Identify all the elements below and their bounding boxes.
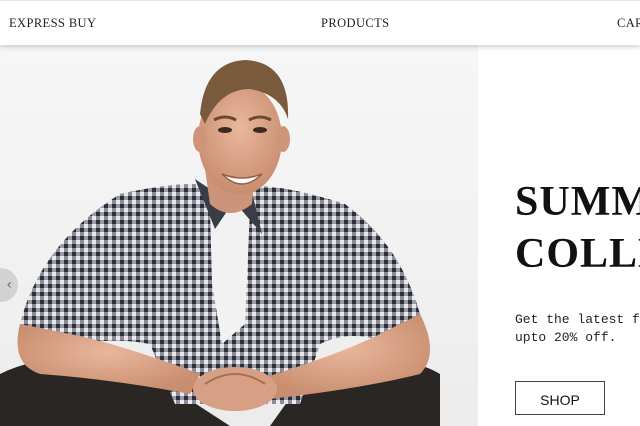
hero-description: Get the latest fashion upto 20% off.	[515, 311, 640, 347]
top-navbar: EXPRESS BUY PRODUCTS CART	[0, 0, 640, 45]
hero-title-line-2: COLLECTION	[515, 231, 640, 277]
hero-title: SUMMER COLLECTION	[515, 176, 640, 280]
hero-image	[0, 44, 478, 426]
chevron-left-icon: ‹	[6, 277, 12, 293]
model-photo	[0, 60, 440, 426]
hero-description-line-2: upto 20% off.	[515, 330, 617, 345]
nav-products-link[interactable]: PRODUCTS	[321, 16, 390, 31]
nav-cart-link[interactable]: CART	[617, 16, 640, 31]
brand-link[interactable]: EXPRESS BUY	[9, 16, 96, 31]
hero-description-line-1: Get the latest fashion	[515, 312, 640, 327]
hero-carousel: ‹ SUMMER COLLECTION Get the latest fashi…	[0, 44, 640, 426]
shop-now-button[interactable]: SHOP NOW	[515, 381, 605, 415]
hero-title-line-1: SUMMER	[515, 179, 640, 225]
